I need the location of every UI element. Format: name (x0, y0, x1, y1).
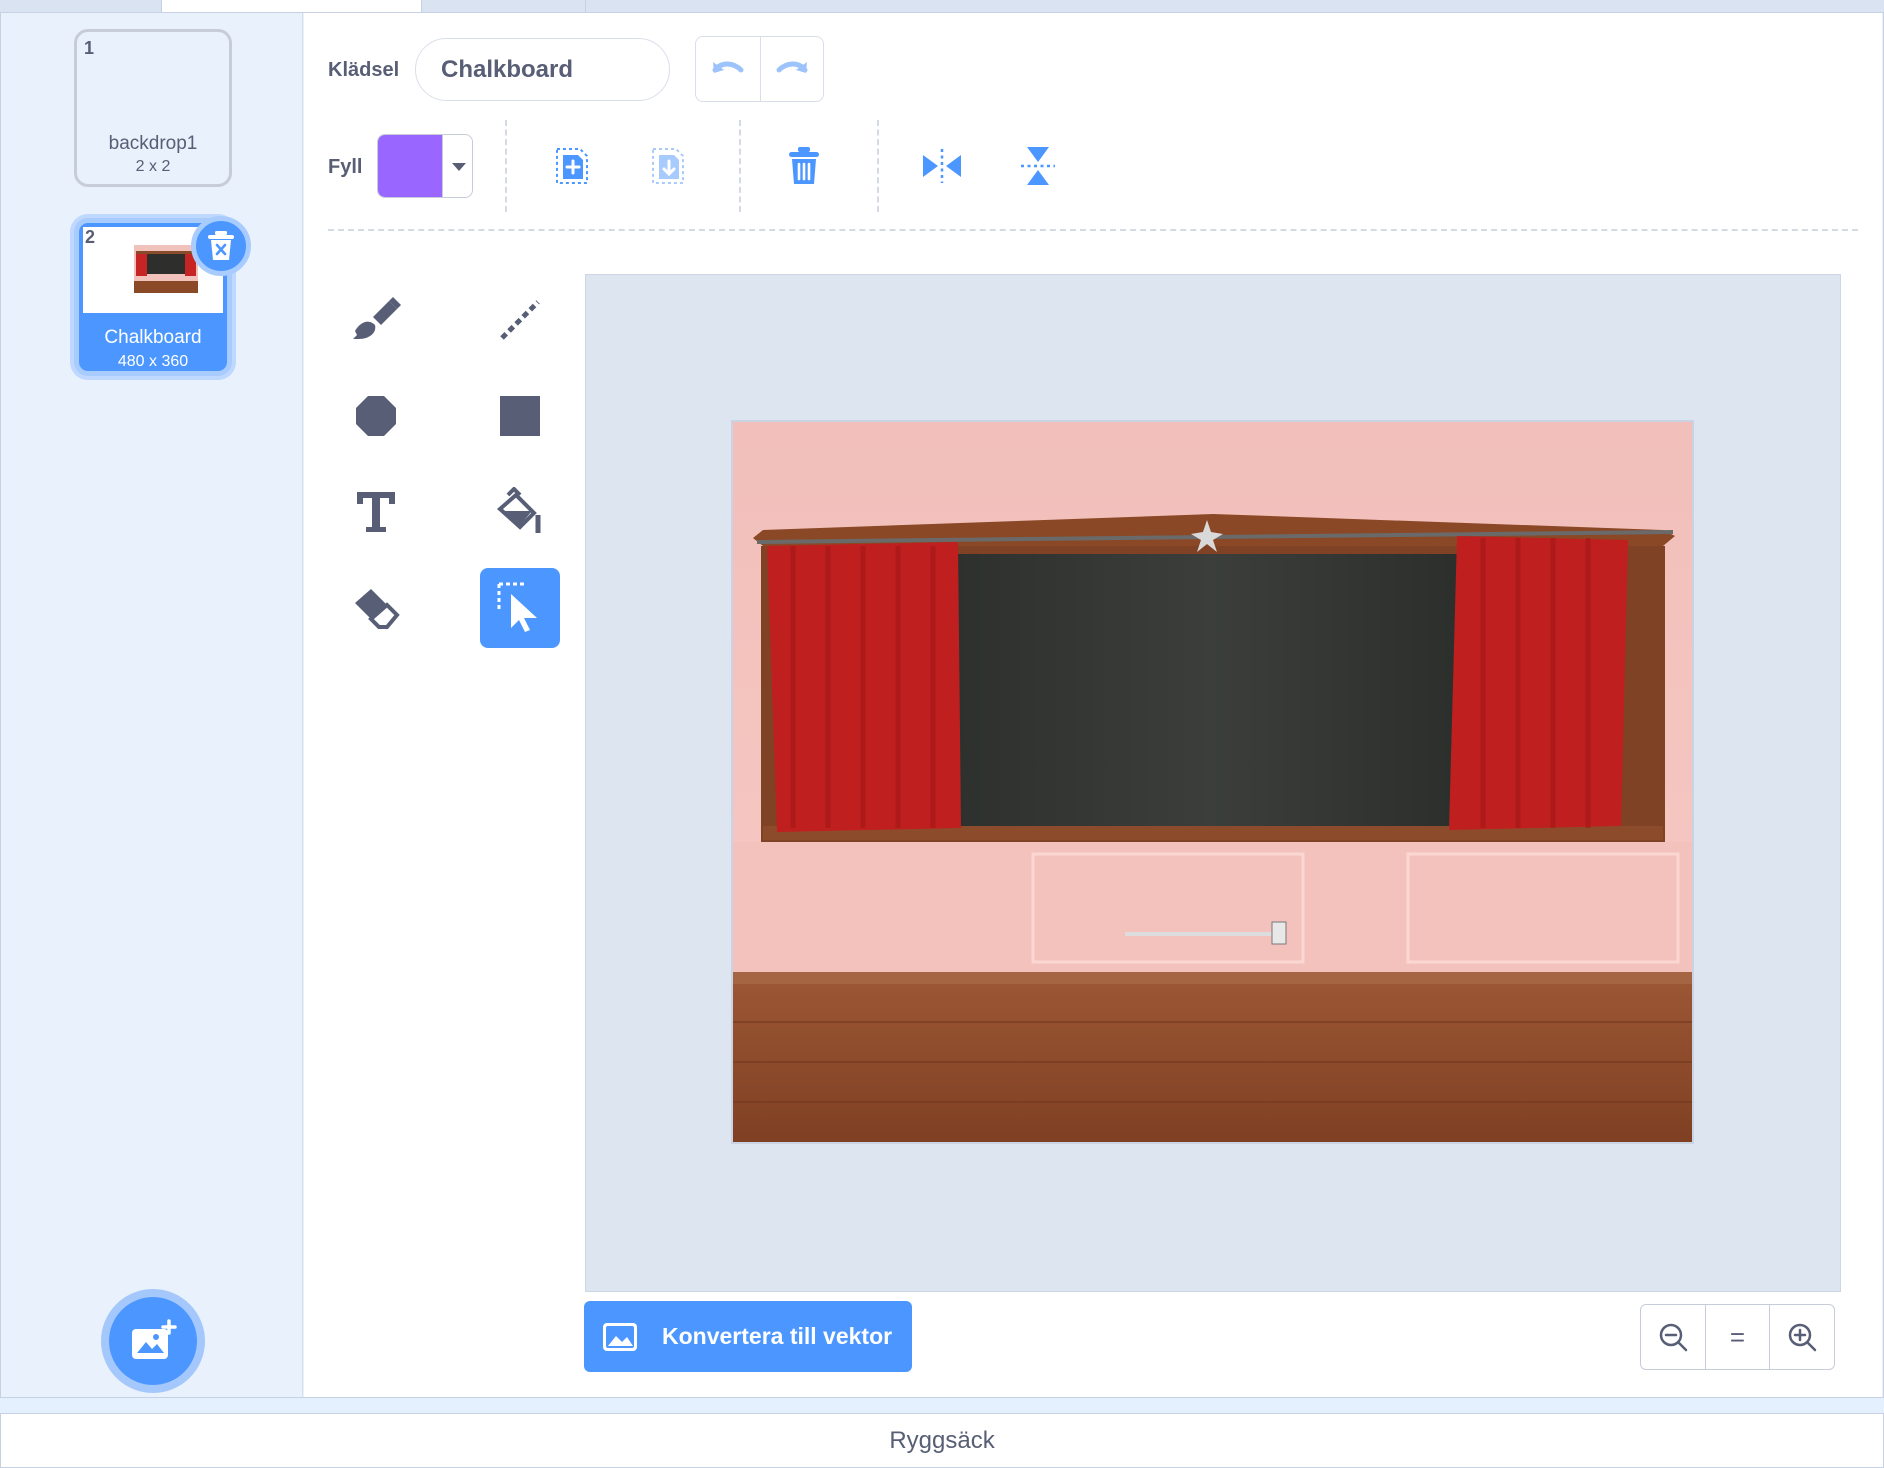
delete-costume-button[interactable] (191, 216, 251, 276)
rectangle-tool[interactable] (480, 376, 560, 456)
add-backdrop-button[interactable] (101, 1289, 205, 1393)
text-tool[interactable] (336, 472, 416, 552)
trash-close-icon (208, 231, 234, 260)
select-tool[interactable] (480, 568, 560, 648)
fill-bucket-icon (496, 487, 541, 533)
paste-icon (652, 148, 684, 184)
fill-color-picker[interactable] (377, 134, 473, 198)
trash-icon (789, 147, 819, 184)
zoom-in-button[interactable] (1769, 1305, 1834, 1369)
divider (877, 120, 879, 212)
tab-strip (0, 0, 1884, 12)
zoom-in-icon (1788, 1323, 1817, 1352)
costume-list: 1 backdrop1 2 x 2 2 Chalkboard 480 x 360 (1, 13, 303, 1397)
brush-tool[interactable] (336, 280, 416, 360)
convert-to-vector-button[interactable]: Konvertera till vektor (584, 1301, 912, 1372)
undo-redo-group (695, 36, 824, 102)
costume-name: Chalkboard (104, 327, 202, 348)
undo-button[interactable] (696, 37, 760, 101)
eraser-tool[interactable] (336, 568, 416, 648)
image-icon (603, 1322, 637, 1351)
line-icon (500, 300, 540, 340)
toolbar-divider (328, 229, 1858, 231)
tab-code[interactable] (0, 0, 162, 12)
costume-name-input[interactable]: Chalkboard (415, 38, 670, 101)
chevron-down-icon (442, 135, 472, 197)
flip-vertical-button[interactable] (1010, 138, 1066, 194)
backpack-bar[interactable]: Ryggsäck (0, 1413, 1884, 1468)
divider (505, 120, 507, 212)
zoom-controls: = (1640, 1304, 1835, 1370)
zoom-out-icon (1659, 1323, 1688, 1352)
eraser-icon (355, 589, 400, 629)
flip-vertical-icon (1021, 147, 1055, 185)
backdrop-image (731, 420, 1694, 1144)
rectangle-icon (500, 396, 540, 436)
convert-button-label: Konvertera till vektor (662, 1323, 893, 1349)
add-image-icon (132, 1319, 177, 1359)
fill-color-swatch (378, 135, 442, 197)
divider (739, 120, 741, 212)
undo-icon (712, 61, 744, 73)
brush-icon (353, 297, 401, 339)
select-cursor-icon (497, 582, 537, 632)
redo-button[interactable] (759, 37, 824, 101)
costume-number: 1 (84, 38, 95, 58)
fill-tool[interactable] (480, 472, 560, 552)
costume-name: backdrop1 (108, 133, 198, 154)
circle-tool[interactable] (336, 376, 416, 456)
fill-label: Fyll (328, 156, 363, 178)
copy-button[interactable] (544, 138, 600, 194)
backpack-label: Ryggsäck (889, 1426, 995, 1454)
paste-button[interactable] (640, 138, 696, 194)
costume-item-backdrop1[interactable]: 1 backdrop1 2 x 2 (74, 29, 232, 187)
delete-button[interactable] (776, 138, 832, 194)
copy-icon (556, 148, 588, 184)
redo-icon (776, 61, 808, 73)
costume-number: 2 (85, 227, 96, 247)
costume-size: 480 x 360 (117, 353, 189, 370)
tab-sounds[interactable] (422, 0, 586, 12)
costume-size: 2 x 2 (135, 158, 171, 175)
zoom-reset-button[interactable]: = (1704, 1305, 1770, 1369)
flip-horizontal-icon (923, 149, 961, 183)
flip-horizontal-button[interactable] (914, 138, 970, 194)
text-icon (357, 492, 395, 532)
line-tool[interactable] (480, 280, 560, 360)
costume-thumbnail (134, 245, 198, 293)
zoom-out-button[interactable] (1641, 1305, 1705, 1369)
circle-icon (356, 396, 396, 436)
costume-name-label: Klädsel (328, 59, 400, 81)
tab-backdrops[interactable] (162, 0, 422, 12)
chalkboard-scene (733, 422, 1692, 1142)
